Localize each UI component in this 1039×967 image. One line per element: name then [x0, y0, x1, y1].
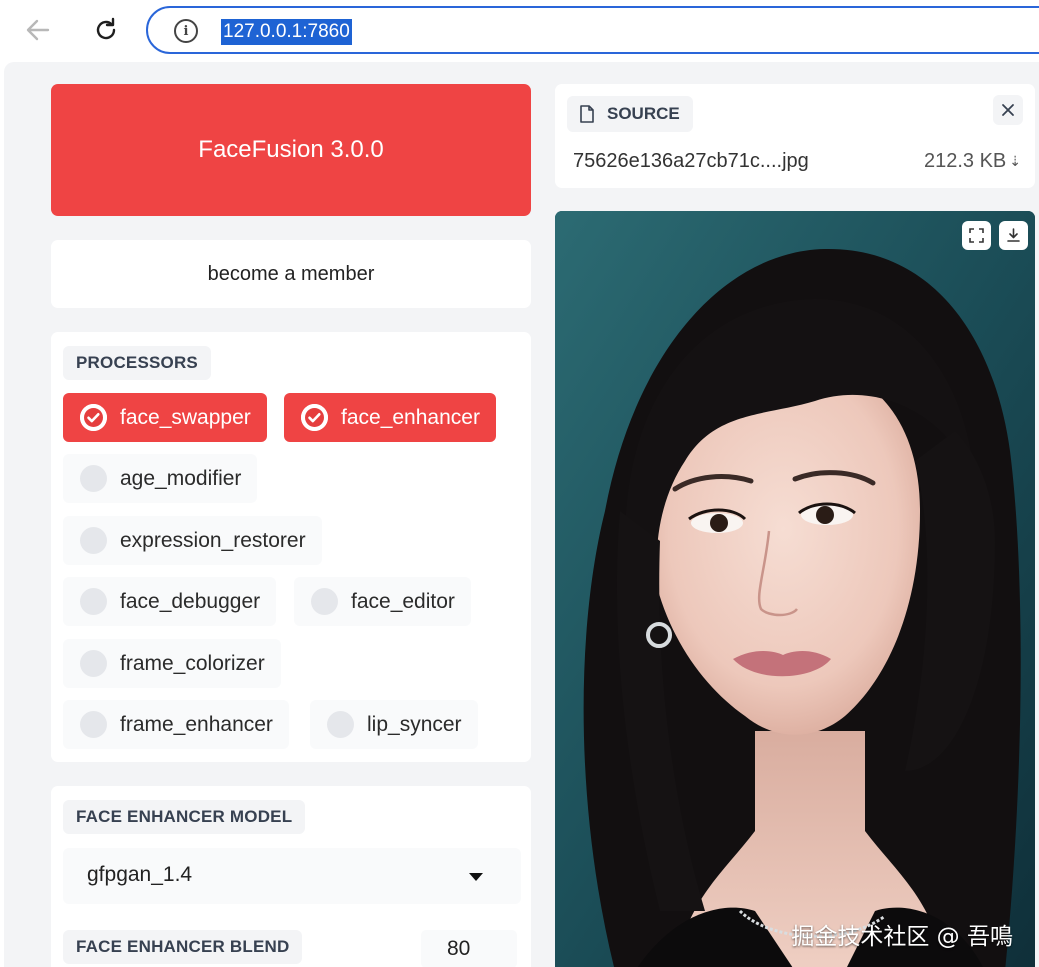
- checkbox-unchecked: [80, 711, 107, 738]
- processor-label: face_swapper: [120, 405, 251, 429]
- processor-label: age_modifier: [120, 466, 242, 490]
- checkbox-unchecked: [311, 588, 338, 615]
- back-button[interactable]: [20, 12, 56, 48]
- source-label: SOURCE: [607, 104, 680, 123]
- checkmark-icon: [301, 404, 328, 431]
- source-label-badge: SOURCE: [567, 96, 693, 132]
- reload-icon: [96, 17, 116, 40]
- portrait-image: [555, 211, 1035, 967]
- download-button[interactable]: [999, 221, 1028, 250]
- close-icon: [1002, 104, 1014, 116]
- back-arrow-icon: [26, 19, 50, 41]
- download-icon: ⇣: [1009, 153, 1021, 169]
- app-page: FaceFusion 3.0.0 become a member PROCESS…: [4, 62, 1039, 967]
- source-image-preview: 掘金技术社区 @ 吾鳴: [555, 211, 1035, 967]
- checkbox-unchecked: [327, 711, 354, 738]
- app-title: FaceFusion 3.0.0: [198, 136, 384, 163]
- processor-label: frame_enhancer: [120, 712, 273, 736]
- processor-label: face_enhancer: [341, 405, 480, 429]
- watermark-text: 掘金技术社区 @ 吾鳴: [791, 924, 1013, 950]
- checkbox-unchecked: [80, 588, 107, 615]
- checkbox-unchecked: [80, 650, 107, 677]
- face-enhancer-panel: FACE ENHANCER MODEL gfpgan_1.4 FACE ENHA…: [51, 786, 531, 967]
- file-icon: [580, 105, 594, 123]
- processor-label: expression_restorer: [120, 528, 306, 552]
- processor-frame-enhancer[interactable]: frame_enhancer: [63, 700, 289, 749]
- checkbox-checked: [301, 404, 328, 431]
- processor-face-enhancer[interactable]: face_enhancer: [284, 393, 496, 442]
- browser-toolbar: i 127.0.0.1:7860: [0, 0, 1039, 62]
- checkmark-icon: [80, 404, 107, 431]
- processors-panel: PROCESSORS face_swapper face_enhancer ag…: [51, 332, 531, 762]
- processor-face-swapper[interactable]: face_swapper: [63, 393, 267, 442]
- source-file-name[interactable]: 75626e136a27cb71c....jpg: [573, 150, 809, 173]
- download-icon: [1007, 228, 1020, 242]
- source-file-size[interactable]: 212.3 KB ⇣: [924, 150, 1021, 173]
- face-enhancer-blend-input[interactable]: 80: [421, 930, 517, 967]
- processor-label: frame_colorizer: [120, 651, 265, 675]
- info-icon[interactable]: i: [174, 19, 198, 43]
- app-title-banner: FaceFusion 3.0.0: [51, 84, 531, 216]
- processor-face-editor[interactable]: face_editor: [294, 577, 471, 626]
- url-text[interactable]: 127.0.0.1:7860: [221, 19, 352, 45]
- checkbox-unchecked: [80, 465, 107, 492]
- processor-lip-syncer[interactable]: lip_syncer: [310, 700, 478, 749]
- processor-expression-restorer[interactable]: expression_restorer: [63, 516, 322, 565]
- reload-button[interactable]: [88, 12, 124, 48]
- dropdown-caret-icon: [469, 873, 483, 881]
- face-enhancer-blend-label: FACE ENHANCER BLEND: [63, 930, 303, 964]
- processor-frame-colorizer[interactable]: frame_colorizer: [63, 639, 281, 688]
- face-enhancer-model-label: FACE ENHANCER MODEL: [63, 800, 306, 834]
- processor-age-modifier[interactable]: age_modifier: [63, 454, 258, 503]
- processor-label: face_debugger: [120, 589, 261, 613]
- processor-label: lip_syncer: [367, 712, 462, 736]
- file-size-text: 212.3 KB: [923, 150, 1007, 172]
- processors-label: PROCESSORS: [63, 346, 211, 380]
- processor-label: face_editor: [351, 589, 455, 613]
- clear-source-button[interactable]: [993, 95, 1023, 125]
- dropdown-value: gfpgan_1.4: [87, 863, 193, 886]
- checkbox-unchecked: [80, 527, 107, 554]
- checkbox-checked: [80, 404, 107, 431]
- fullscreen-button[interactable]: [962, 221, 991, 250]
- source-file-panel: SOURCE 75626e136a27cb71c....jpg 212.3 KB…: [555, 84, 1035, 188]
- processor-face-debugger[interactable]: face_debugger: [63, 577, 277, 626]
- become-member-label: become a member: [207, 262, 375, 285]
- become-member-link[interactable]: become a member: [51, 240, 531, 308]
- fullscreen-icon: [969, 228, 984, 243]
- address-bar[interactable]: i 127.0.0.1:7860: [146, 6, 1039, 54]
- face-enhancer-model-dropdown[interactable]: gfpgan_1.4: [63, 848, 521, 904]
